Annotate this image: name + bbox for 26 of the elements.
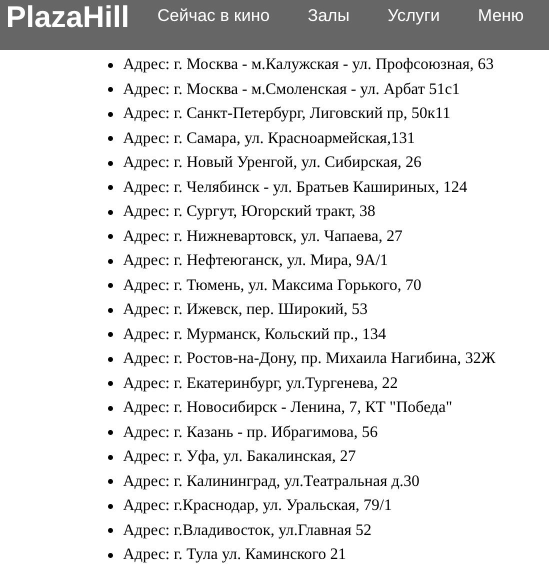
address-text: Адрес: г. Нижневартовск, ул. Чапаева, 27 (123, 226, 402, 247)
address-text: Адрес: г. Калининград, ул.Театральная д.30 (123, 472, 420, 492)
address-text: Адрес: г. Москва - м.Смоленская - ул. Арбат 51с1 (123, 80, 460, 100)
address-text: Адрес: г. Казань - пр. Ибрагимова, 56 (123, 422, 378, 443)
address-text: Адрес: г. Новосибирск - Ленина, 7, КТ "Победа" (123, 398, 452, 418)
logo[interactable]: PlazaHill (6, 1, 130, 35)
address-text: Адрес: г. Новый Уренгой, ул. Сибирская, 26 (123, 153, 422, 174)
address-text: Адрес: г. Челябинск - ул. Братьев Кашириных, 124 (123, 178, 468, 198)
address-text: Адрес: г. Екатеринбург, ул.Тургенева, 22 (123, 374, 398, 394)
address-text: Адрес: г.Краснодар, ул. Уральская, 79/1 (123, 496, 392, 516)
address-text: Адрес: г. Мурманск, Кольский пр., 134 (123, 324, 386, 345)
address-text: Адрес: г. Санкт-Петербург, Лиговский пр, 50к11 (123, 104, 451, 124)
address-text: Адрес: г. Ростов-на-Дону, пр. Михаила Нагибина, 32Ж (123, 349, 496, 370)
address-text: Адрес: г. Самара, ул. Красноармейская,131 (123, 128, 415, 149)
address-text: Адрес: г. Нефтеюганск, ул. Мира, 9А/1 (123, 251, 388, 272)
nav-link[interactable]: Сейчас в кино (157, 6, 270, 26)
address-text: Адрес: г. Уфа, ул. Бакалинская, 27 (123, 447, 356, 468)
nav-link[interactable]: Залы (308, 6, 350, 26)
address-text: Адрес: г. Ижевск, пер. Широкий, 53 (123, 300, 368, 320)
address-text: Адрес: г. Тула ул. Каминского 21 (123, 545, 346, 566)
nav-link[interactable]: Меню (478, 6, 524, 26)
address-text: Адрес: г. Тюмень, ул. Максима Горького, 70 (123, 276, 422, 296)
address-text: Адрес: г. Москва - м.Калужская - ул. Профсоюзная, 63 (123, 55, 494, 76)
address-text: Адрес: г.Владивосток, ул.Главная 52 (123, 520, 372, 541)
nav-link[interactable]: Услуги (388, 6, 440, 26)
address-text: Адрес: г. Сургут, Югорский тракт, 38 (123, 202, 376, 222)
